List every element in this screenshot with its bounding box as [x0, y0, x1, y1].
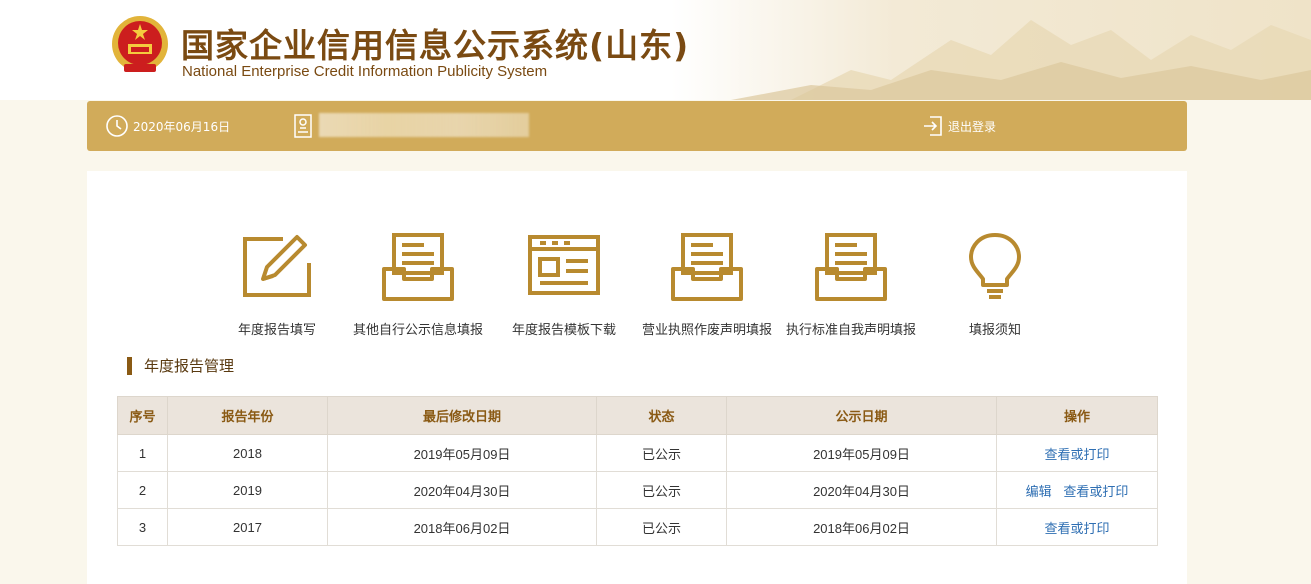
shortcut-other-self-disclosure[interactable]: 其他自行公示信息填报: [343, 229, 493, 339]
shortcut-label: 其他自行公示信息填报: [352, 323, 483, 338]
cell-status: 已公示: [596, 471, 727, 509]
cell-actions: 编辑 查看或打印: [996, 471, 1158, 509]
table-row: 3 2017 2018年06月02日 已公示 2018年06月02日 查看或打印: [117, 508, 1158, 546]
cell-index: 1: [117, 434, 168, 472]
shortcut-annual-report-fill[interactable]: 年度报告填写: [202, 229, 352, 339]
cell-published: 2020年04月30日: [726, 471, 997, 509]
cell-actions: 查看或打印: [996, 508, 1158, 546]
clock-icon: [106, 115, 128, 137]
shortcut-template-download[interactable]: 年度报告模板下载: [489, 229, 639, 339]
view-print-link[interactable]: 查看或打印: [1063, 484, 1128, 499]
column-header-status: 状态: [596, 396, 727, 435]
template-window-icon: [528, 235, 600, 295]
cell-status: 已公示: [596, 508, 727, 546]
cell-modified: 2019年05月09日: [327, 434, 597, 472]
shortcut-label: 年度报告模板下载: [511, 323, 616, 338]
cell-published: 2018年06月02日: [726, 508, 997, 546]
cell-actions: 查看或打印: [996, 434, 1158, 472]
current-date: 2020年06月16日: [133, 120, 231, 134]
annual-report-table: 序号 报告年份 最后修改日期 状态 公示日期 操作 1 2018 2019年05…: [117, 396, 1158, 546]
view-print-link[interactable]: 查看或打印: [1044, 447, 1109, 462]
shortcut-label: 年度报告填写: [237, 323, 316, 338]
column-header-year: 报告年份: [167, 396, 328, 435]
shortcut-label: 执行标准自我声明填报: [785, 323, 916, 338]
column-header-published: 公示日期: [726, 396, 997, 435]
shortcut-filing-notice[interactable]: 填报须知: [920, 229, 1070, 339]
shortcut-standard-self-statement[interactable]: 执行标准自我声明填报: [776, 229, 926, 339]
cell-status: 已公示: [596, 434, 727, 472]
column-header-modified: 最后修改日期: [327, 396, 597, 435]
table-row: 1 2018 2019年05月09日 已公示 2019年05月09日 查看或打印: [117, 434, 1158, 472]
table-row: 2 2019 2020年04月30日 已公示 2020年04月30日 编辑 查看…: [117, 471, 1158, 509]
site-subtitle: National Enterprise Credit Information P…: [182, 63, 548, 80]
cell-year: 2017: [167, 508, 328, 546]
shortcut-label: 填报须知: [968, 323, 1021, 338]
cell-index: 3: [117, 508, 168, 546]
inbox-tray-icon: [382, 233, 454, 301]
info-bar: 2020年06月16日 退出登录: [87, 101, 1187, 151]
view-print-link[interactable]: 查看或打印: [1044, 521, 1109, 536]
pencil-edit-icon: [243, 235, 311, 297]
edit-link[interactable]: 编辑: [1026, 484, 1052, 499]
site-title: 国家企业信用信息公示系统(山东): [181, 26, 690, 65]
table-header-row: 序号 报告年份 最后修改日期 状态 公示日期 操作: [117, 396, 1158, 435]
mountain-landscape-icon: [671, 0, 1311, 100]
national-emblem-icon: [112, 16, 168, 72]
site-header: 国家企业信用信息公示系统(山东) National Enterprise Cre…: [0, 0, 1311, 100]
cell-year: 2019: [167, 471, 328, 509]
logout-button[interactable]: 退出登录: [948, 118, 996, 135]
column-header-index: 序号: [117, 396, 168, 435]
lightbulb-icon: [969, 233, 1021, 299]
shortcut-license-void-statement[interactable]: 营业执照作废声明填报: [632, 229, 782, 339]
inbox-tray-icon: [815, 233, 887, 301]
main-panel: 年度报告填写 其他自行公示信息填报 年度报告模板下载 营业执照作废声明填报 执行…: [87, 171, 1187, 584]
cell-index: 2: [117, 471, 168, 509]
section-title: 年度报告管理: [127, 355, 234, 377]
user-stamp-icon: [294, 114, 312, 138]
cell-published: 2019年05月09日: [726, 434, 997, 472]
shortcut-label: 营业执照作废声明填报: [641, 323, 772, 338]
masked-user-name: [319, 113, 529, 137]
cell-modified: 2018年06月02日: [327, 508, 597, 546]
logout-icon[interactable]: [922, 114, 944, 138]
inbox-tray-icon: [671, 233, 743, 301]
cell-modified: 2020年04月30日: [327, 471, 597, 509]
column-header-actions: 操作: [996, 396, 1158, 435]
cell-year: 2018: [167, 434, 328, 472]
